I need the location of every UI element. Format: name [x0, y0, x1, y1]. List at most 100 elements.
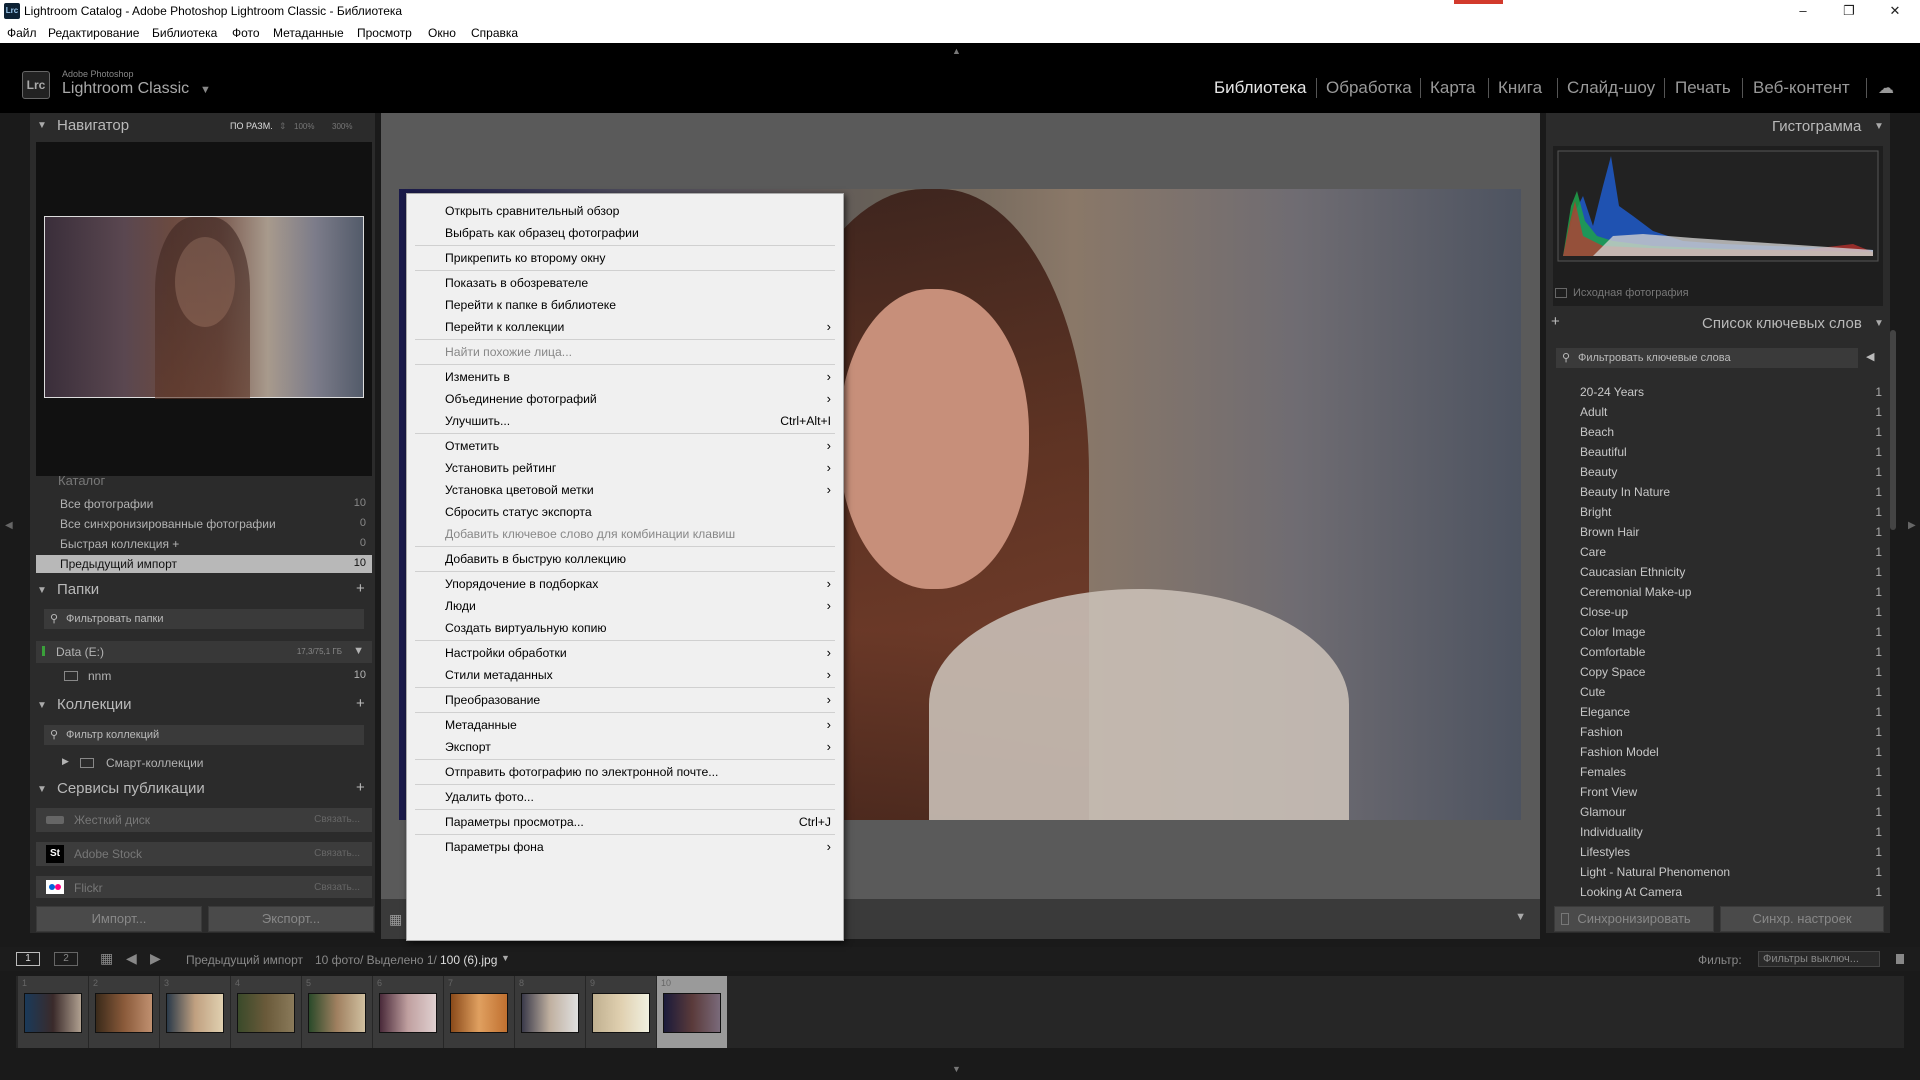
filmstrip-thumbnail[interactable] [592, 993, 650, 1033]
keyword-item[interactable]: Brown Hair 1 [1580, 522, 1882, 542]
catalog-previous-import[interactable]: Предыдущий импорт 10 [36, 555, 372, 573]
context-menu-item[interactable]: Выбрать как образец фотографии [445, 222, 831, 244]
publish-flickr[interactable]: Flickr Связать... [36, 876, 372, 898]
keyword-item[interactable]: Females 1 [1580, 762, 1882, 782]
collection-filter-input[interactable]: ⚲ Фильтр коллекций [44, 725, 364, 745]
context-menu-item[interactable]: Упорядочение в подборках › [445, 573, 831, 595]
keyword-item[interactable]: Adult 1 [1580, 402, 1882, 422]
context-menu-item[interactable]: Установка цветовой метки › [445, 479, 831, 501]
keyword-item[interactable]: Lifestyles 1 [1580, 842, 1882, 862]
identity-menu-caret[interactable]: ▼ [200, 84, 211, 96]
grid-view-icon[interactable]: ▦ [389, 911, 402, 928]
keyword-item[interactable]: Elegance 1 [1580, 702, 1882, 722]
context-menu-item[interactable]: Стили метаданных › [445, 664, 831, 686]
keyword-item[interactable]: Beautiful 1 [1580, 442, 1882, 462]
module-develop[interactable]: Обработка [1326, 78, 1412, 98]
context-menu-item[interactable]: Изменить в › [445, 366, 831, 388]
add-keyword-icon[interactable]: + [1551, 313, 1560, 330]
context-menu-item[interactable]: Настройки обработки › [445, 642, 831, 664]
catalog-quick-collection[interactable]: Быстрая коллекция + 0 [36, 534, 372, 554]
second-window-button[interactable]: 2 [54, 952, 78, 966]
keyword-item[interactable]: Comfortable 1 [1580, 642, 1882, 662]
filter-lock-icon[interactable] [1896, 954, 1904, 964]
left-panel-toggle-icon[interactable]: ◀ [5, 520, 13, 531]
filmstrip-cell[interactable]: 8 [515, 976, 585, 1048]
filmstrip-thumbnail[interactable] [308, 993, 366, 1033]
keyword-item[interactable]: Light - Natural Phenomenon 1 [1580, 862, 1882, 882]
catalog-synced[interactable]: Все синхронизированные фотографии 0 [36, 514, 372, 534]
volume-data-e[interactable]: Data (E:) 17,3/75,1 ГБ ▼ [36, 641, 372, 663]
add-collection-icon[interactable]: + [356, 695, 365, 712]
cloud-icon[interactable]: ☁ [1878, 78, 1894, 98]
keyword-filter-toggle-icon[interactable]: ◀ [1866, 350, 1874, 363]
filmstrip-cell[interactable]: 1 [18, 976, 88, 1048]
filmstrip-cell[interactable]: 2 [89, 976, 159, 1048]
folders-collapse-icon[interactable]: ▼ [37, 585, 47, 596]
export-button[interactable]: Экспорт... [208, 906, 374, 932]
menu-help[interactable]: Справка [471, 26, 518, 40]
folder-nnm[interactable]: nnm 10 [36, 666, 372, 686]
sync-settings-button[interactable]: Синхр. настроек [1720, 906, 1884, 932]
filmstrip-cell[interactable]: 9 [586, 976, 656, 1048]
sync-button[interactable]: Синхронизировать [1554, 906, 1714, 932]
folder-filter-input[interactable]: ⚲ Фильтровать папки [44, 609, 364, 629]
catalog-title[interactable]: Каталог [58, 473, 105, 488]
filmstrip-source[interactable]: Предыдущий импорт [186, 953, 303, 967]
keyword-item[interactable]: Copy Space 1 [1580, 662, 1882, 682]
context-menu-item[interactable]: Удалить фото... [445, 786, 831, 808]
collections-title[interactable]: Коллекции [57, 696, 132, 713]
keyword-item[interactable]: Beauty 1 [1580, 462, 1882, 482]
context-menu-item[interactable]: Прикрепить ко второму окну [445, 247, 831, 269]
module-slideshow[interactable]: Слайд-шоу [1567, 78, 1655, 98]
filmstrip-thumbnail[interactable] [237, 993, 295, 1033]
filmstrip-cell[interactable]: 7 [444, 976, 514, 1048]
keyword-list-title[interactable]: Список ключевых слов [1702, 315, 1862, 332]
context-menu-item[interactable]: Улучшить... Ctrl+Alt+I [445, 410, 831, 432]
keyword-item[interactable]: Bright 1 [1580, 502, 1882, 522]
file-menu-icon[interactable]: ▼ [501, 953, 510, 963]
context-menu-item[interactable]: Перейти к папке в библиотеке [445, 294, 831, 316]
filmstrip-cell[interactable]: 4 [231, 976, 301, 1048]
filmstrip-thumbnail[interactable] [663, 993, 721, 1033]
keyword-item[interactable]: Cute 1 [1580, 682, 1882, 702]
catalog-all-photos[interactable]: Все фотографии 10 [36, 494, 372, 514]
context-menu-item[interactable]: Преобразование › [445, 689, 831, 711]
close-button[interactable]: ✕ [1872, 0, 1918, 23]
add-publish-icon[interactable]: + [356, 779, 365, 796]
keyword-collapse-icon[interactable]: ▼ [1874, 318, 1884, 329]
forward-arrow-icon[interactable]: ▶ [150, 950, 161, 967]
back-arrow-icon[interactable]: ◀ [126, 950, 137, 967]
module-print[interactable]: Печать [1675, 78, 1731, 98]
context-menu-item[interactable]: Экспорт › [445, 736, 831, 758]
keyword-item[interactable]: Close-up 1 [1580, 602, 1882, 622]
filmstrip-thumbnail[interactable] [379, 993, 437, 1033]
histogram-title[interactable]: Гистограмма [1772, 118, 1861, 135]
module-library[interactable]: Библиотека [1214, 78, 1306, 98]
context-menu-item[interactable]: Отметить › [445, 435, 831, 457]
collapse-top-arrow[interactable]: ▲ [952, 46, 961, 56]
filmstrip-cell[interactable]: 6 [373, 976, 443, 1048]
keyword-item[interactable]: 20-24 Years 1 [1580, 382, 1882, 402]
right-scrollbar[interactable] [1890, 330, 1896, 530]
filmstrip-thumbnail[interactable] [521, 993, 579, 1033]
publish-adobe-stock[interactable]: St Adobe Stock Связать... [36, 842, 372, 866]
keyword-item[interactable]: Fashion Model 1 [1580, 742, 1882, 762]
zoom-100[interactable]: 100% [294, 122, 314, 131]
filmstrip-thumbnail[interactable] [24, 993, 82, 1033]
keyword-item[interactable]: Looking At Camera 1 [1580, 882, 1882, 902]
right-panel-toggle-icon[interactable]: ▶ [1908, 520, 1916, 531]
import-button[interactable]: Импорт... [36, 906, 202, 932]
keyword-item[interactable]: Fashion 1 [1580, 722, 1882, 742]
grid-icon[interactable]: ▦ [100, 950, 113, 967]
publish-title[interactable]: Сервисы публикации [57, 780, 205, 797]
keyword-item[interactable]: Beach 1 [1580, 422, 1882, 442]
smart-collections[interactable]: ▶ Смарт-коллекции [36, 753, 372, 773]
keyword-item[interactable]: Care 1 [1580, 542, 1882, 562]
menu-library[interactable]: Библиотека [152, 26, 217, 40]
keyword-item[interactable]: Caucasian Ethnicity 1 [1580, 562, 1882, 582]
context-menu-item[interactable]: Отправить фотографию по электронной почт… [445, 761, 831, 783]
menu-edit[interactable]: Редактирование [48, 26, 139, 40]
zoom-fit[interactable]: ПО РАЗМ. [230, 121, 273, 131]
menu-photo[interactable]: Фото [232, 26, 260, 40]
filmstrip-cell[interactable]: 5 [302, 976, 372, 1048]
